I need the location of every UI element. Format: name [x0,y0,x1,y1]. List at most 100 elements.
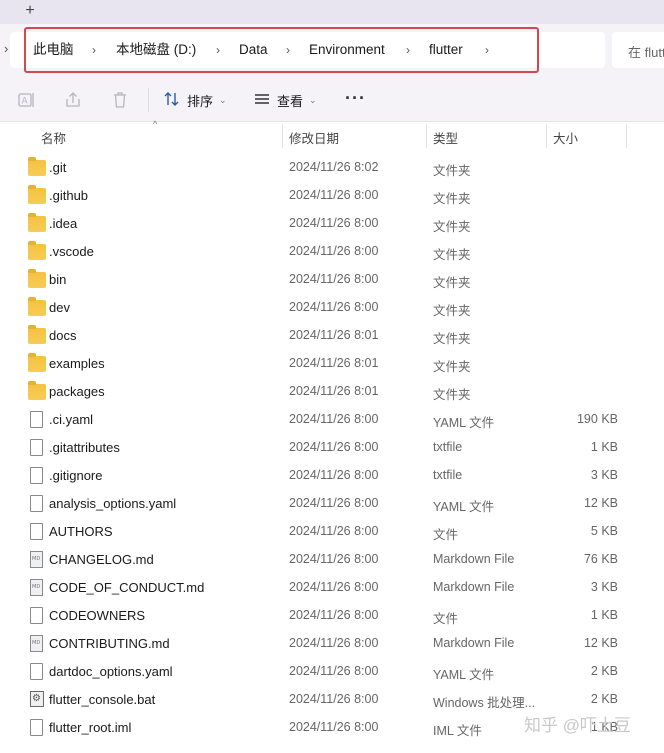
folder-icon [28,353,46,372]
file-modified: 2024/11/26 8:00 [289,692,379,706]
folder-icon [28,269,46,288]
column-divider[interactable] [546,124,547,148]
file-icon [30,495,43,512]
chevron-right-icon[interactable]: › [216,42,220,58]
folder-icon [28,185,46,204]
column-divider[interactable] [426,124,427,148]
chevron-down-icon: ⌄ [219,94,227,105]
file-size: 1 KB [590,608,618,622]
file-size: 12 KB [583,496,618,510]
chevron-right-icon[interactable]: › [92,42,96,58]
file-type: 文件夹 [433,304,471,318]
delete-icon[interactable] [110,90,130,110]
file-modified: 2024/11/26 8:01 [289,328,379,342]
file-row[interactable]: .gitignore 2024/11/26 8:00 txtfile 3 KB [0,462,664,490]
breadcrumb-item-local-disk-d[interactable]: 本地磁盘 (D:) [116,42,196,58]
folder-icon [28,157,46,176]
file-row[interactable]: .vscode 2024/11/26 8:00 文件夹 [0,238,664,266]
file-icon [30,411,43,428]
file-row[interactable]: .ci.yaml 2024/11/26 8:00 YAML 文件 190 KB [0,406,664,434]
file-list-view: ^ 名称 修改日期 类型 大小 .git 2024/11/26 8:02 文件夹 .g… [0,119,664,753]
new-tab-button[interactable]: + [20,1,40,21]
file-row[interactable]: CODE_OF_CONDUCT.md 2024/11/26 8:00 Markdow… [0,574,664,602]
file-name: .gitattributes [49,440,120,455]
share-icon[interactable] [63,90,83,110]
file-name: CONTRIBUTING.md [49,636,170,651]
column-header-size[interactable]: 大小 [553,128,578,147]
file-row[interactable]: docs 2024/11/26 8:01 文件夹 [0,322,664,350]
breadcrumb-item-this-pc[interactable]: 此电脑 [33,42,74,58]
file-icon [30,663,43,680]
file-name: .git [49,160,67,175]
file-modified: 2024/11/26 8:00 [289,552,379,566]
search-input[interactable]: 在 flutt [612,32,664,68]
file-modified: 2024/11/26 8:01 [289,356,379,370]
file-row[interactable]: CONTRIBUTING.md 2024/11/26 8:00 Markdown F… [0,630,664,658]
file-row[interactable]: .git 2024/11/26 8:02 文件夹 [0,154,664,182]
file-type: 文件夹 [433,248,471,262]
file-modified: 2024/11/26 8:00 [289,244,379,258]
breadcrumb-item-flutter[interactable]: flutter [429,42,463,58]
file-name: examples [49,356,105,371]
file-row[interactable]: CHANGELOG.md 2024/11/26 8:00 Markdown File… [0,546,664,574]
file-name: CODE_OF_CONDUCT.md [49,580,205,595]
address-row: › 此电脑 › 本地磁盘 (D:) › Data › Environment ›… [0,24,664,78]
more-options-button[interactable]: ··· [345,88,366,109]
file-modified: 2024/11/26 8:00 [289,440,379,454]
file-row[interactable]: analysis_options.yaml 2024/11/26 8:00 YAML… [0,490,664,518]
chevron-right-icon[interactable]: › [485,42,489,58]
breadcrumb-item-data[interactable]: Data [239,42,268,58]
file-icon [30,719,43,736]
column-header-type[interactable]: 类型 [433,128,458,147]
file-type: YAML 文件 [433,416,495,430]
chevron-right-icon[interactable]: › [4,41,8,56]
file-row[interactable]: AUTHORS 2024/11/26 8:00 文件 5 KB [0,518,664,546]
chevron-right-icon[interactable]: › [406,42,410,58]
file-size: 190 KB [576,412,618,426]
svg-text:A: A [22,97,29,107]
view-icon [253,91,271,110]
file-row[interactable]: .idea 2024/11/26 8:00 文件夹 [0,210,664,238]
markdown-file-icon [30,635,43,652]
file-name: .github [49,188,89,203]
file-row[interactable]: dartdoc_options.yaml 2024/11/26 8:00 YAML … [0,658,664,686]
file-row[interactable]: packages 2024/11/26 8:01 文件夹 [0,378,664,406]
tab-strip: + [0,0,664,24]
column-divider[interactable] [626,124,627,148]
sort-icon [163,91,181,110]
file-type: Windows 批处理... [433,696,536,710]
file-type: YAML 文件 [433,668,495,682]
breadcrumb-item-environment[interactable]: Environment [309,42,385,58]
file-name: analysis_options.yaml [49,496,177,511]
file-name: dev [49,300,70,315]
file-row[interactable]: .github 2024/11/26 8:00 文件夹 [0,182,664,210]
column-header-row: ^ 名称 修改日期 类型 大小 [0,119,664,150]
file-row[interactable]: bin 2024/11/26 8:00 文件夹 [0,266,664,294]
file-type: 文件 [433,528,459,542]
file-row[interactable]: CODEOWNERS 2024/11/26 8:00 文件 1 KB [0,602,664,630]
rename-icon[interactable]: A [16,90,36,110]
column-divider[interactable] [282,124,283,148]
file-row[interactable]: examples 2024/11/26 8:01 文件夹 [0,350,664,378]
file-modified: 2024/11/26 8:00 [289,272,379,286]
sort-ascending-icon: ^ [153,119,158,129]
column-header-name[interactable]: 名称 [41,128,66,147]
folder-icon [28,325,46,344]
file-name: packages [49,384,105,399]
file-name: .gitignore [49,468,103,483]
file-size: 3 KB [590,580,618,594]
column-header-modified[interactable]: 修改日期 [289,128,339,147]
view-button[interactable]: 查看 ⌄ [253,89,317,111]
chevron-right-icon[interactable]: › [286,42,290,58]
folder-icon [28,213,46,232]
file-size: 1 KB [590,440,618,454]
chevron-down-icon: ⌄ [309,94,317,105]
file-name: flutter_console.bat [49,692,156,707]
file-row[interactable]: .gitattributes 2024/11/26 8:00 txtfile 1 KB [0,434,664,462]
file-row[interactable]: dev 2024/11/26 8:00 文件夹 [0,294,664,322]
sort-button[interactable]: 排序 ⌄ [163,89,227,111]
file-name: AUTHORS [49,524,113,539]
file-row[interactable]: flutter_console.bat 2024/11/26 8:00 Window… [0,686,664,714]
file-type: 文件夹 [433,220,471,234]
file-modified: 2024/11/26 8:00 [289,300,379,314]
